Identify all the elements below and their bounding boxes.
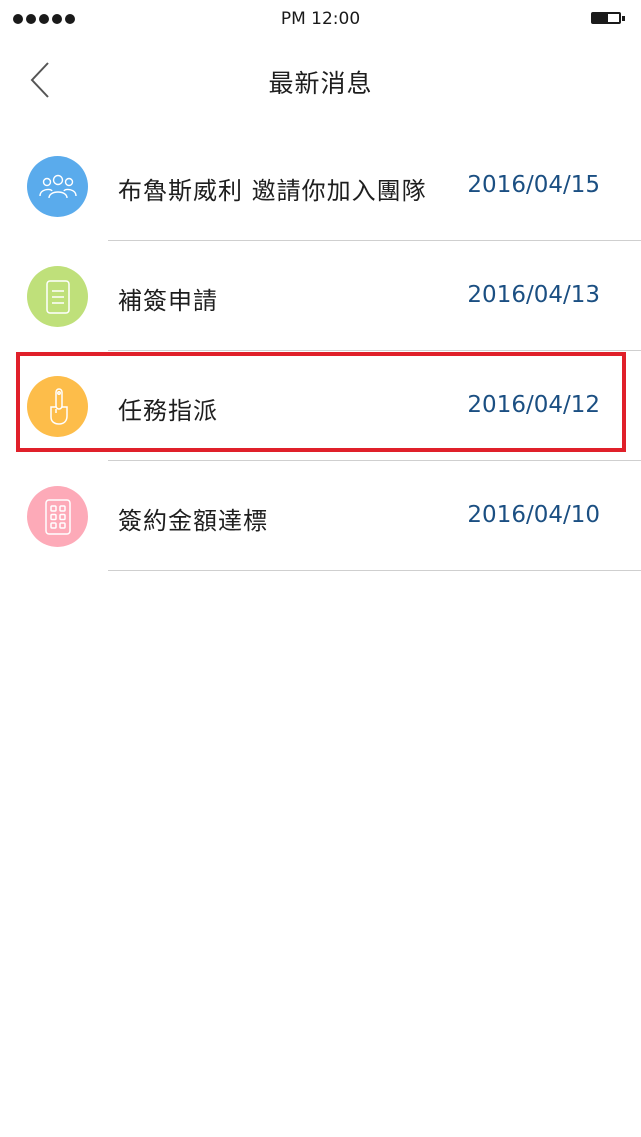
list-item-team-invite[interactable]: 布魯斯威利 邀請你加入團隊 2016/04/15 <box>0 131 641 241</box>
message-title: 任務指派 <box>118 397 218 425</box>
message-date: 2016/04/12 <box>467 392 600 418</box>
message-date: 2016/04/10 <box>467 502 600 528</box>
icon-circle <box>27 156 88 217</box>
list-item-task-assignment[interactable]: 任務指派 2016/04/12 <box>0 351 641 461</box>
divider <box>108 570 641 571</box>
message-date: 2016/04/13 <box>467 282 600 308</box>
status-bar: PM 12:00 <box>0 0 641 40</box>
icon-circle <box>27 376 88 437</box>
grid-icon <box>44 498 71 535</box>
list-item-reissue-request[interactable]: 補簽申請 2016/04/13 <box>0 241 641 351</box>
icon-circle <box>27 266 88 327</box>
list-item-contract-target[interactable]: 簽約金額達標 2016/04/10 <box>0 461 641 571</box>
document-icon <box>45 279 70 314</box>
message-title: 簽約金額達標 <box>118 507 268 535</box>
message-date: 2016/04/15 <box>467 172 600 198</box>
message-title: 補簽申請 <box>118 287 218 315</box>
battery-icon <box>591 12 627 26</box>
page-title: 最新消息 <box>268 69 373 98</box>
message-title: 布魯斯威利 邀請你加入團隊 <box>118 177 427 205</box>
group-icon <box>38 174 77 198</box>
finger-tap-icon <box>49 387 68 425</box>
icon-circle <box>27 486 88 547</box>
message-list: 布魯斯威利 邀請你加入團隊 2016/04/15 補簽申請 2016/04/13 <box>0 131 641 571</box>
status-time: PM 12:00 <box>280 9 361 29</box>
nav-bar: 最新消息 <box>0 40 641 120</box>
